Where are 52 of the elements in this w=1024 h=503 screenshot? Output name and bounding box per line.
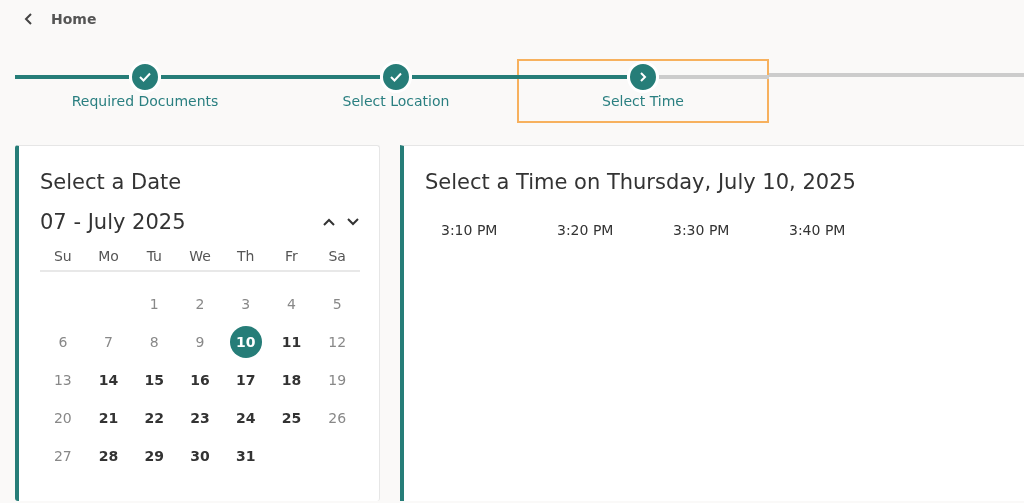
calendar-day: 8 bbox=[138, 326, 171, 358]
calendar-day[interactable]: 15 bbox=[138, 364, 171, 396]
time-panel-title: Select a Time on Thursday, July 10, 2025 bbox=[425, 170, 857, 196]
calendar-day: 20 bbox=[46, 402, 79, 434]
weekday-label: We bbox=[189, 248, 211, 264]
calendar-day[interactable]: 21 bbox=[92, 402, 125, 434]
calendar-day: 26 bbox=[321, 402, 354, 434]
previous-month-icon[interactable] bbox=[323, 218, 335, 226]
calendar-day[interactable]: 10 bbox=[229, 326, 262, 358]
month-label: 07 - July 2025 bbox=[40, 210, 187, 234]
calendar-day: 1 bbox=[138, 288, 171, 320]
calendar-day: 27 bbox=[46, 440, 79, 472]
weekday-label: Su bbox=[53, 248, 72, 264]
back-icon[interactable] bbox=[24, 12, 33, 25]
calendar-day[interactable]: 11 bbox=[275, 326, 308, 358]
calendar-day: 5 bbox=[321, 288, 354, 320]
calendar-day[interactable]: 31 bbox=[229, 440, 262, 472]
calendar-day[interactable]: 16 bbox=[184, 364, 216, 396]
calendar-day: 12 bbox=[321, 326, 354, 358]
weekday-label: Tu bbox=[146, 248, 162, 264]
calendar-day: 7 bbox=[92, 326, 125, 358]
weekday-label: Mo bbox=[98, 248, 119, 264]
calendar-day: 4 bbox=[275, 288, 308, 320]
calendar-day[interactable]: 25 bbox=[275, 402, 308, 434]
calendar-day[interactable]: 17 bbox=[229, 364, 262, 396]
home-link[interactable]: Home bbox=[51, 10, 97, 27]
calendar-day: 3 bbox=[229, 288, 262, 320]
calendar-day[interactable]: 24 bbox=[229, 402, 262, 434]
date-panel-title: Select a Date bbox=[40, 170, 183, 196]
calendar-day: 2 bbox=[184, 288, 216, 320]
step-label[interactable]: Required Documents bbox=[71, 93, 219, 109]
calendar-day[interactable]: 28 bbox=[92, 440, 125, 472]
time-slot-button[interactable]: 3:40 PM bbox=[789, 218, 905, 242]
weekday-label: Fr bbox=[285, 248, 298, 264]
time-slot-button[interactable]: 3:10 PM bbox=[441, 218, 557, 242]
calendar-day[interactable]: 30 bbox=[184, 440, 216, 472]
time-slot-button[interactable]: 3:30 PM bbox=[673, 218, 789, 242]
calendar-day: 19 bbox=[321, 364, 354, 396]
calendar-day[interactable]: 29 bbox=[138, 440, 171, 472]
calendar-day: 6 bbox=[46, 326, 79, 358]
step-label[interactable]: Select Location bbox=[342, 93, 450, 109]
calendar-day: 9 bbox=[184, 326, 216, 358]
calendar-day[interactable]: 14 bbox=[92, 364, 125, 396]
time-slot-button[interactable]: 3:20 PM bbox=[557, 218, 673, 242]
calendar-day[interactable]: 23 bbox=[184, 402, 216, 434]
calendar-day[interactable]: 22 bbox=[138, 402, 171, 434]
weekday-label: Sa bbox=[328, 248, 346, 264]
focused-step[interactable]: Select Time bbox=[517, 59, 769, 123]
calendar-day[interactable]: 18 bbox=[275, 364, 308, 396]
calendar-day: 13 bbox=[46, 364, 79, 396]
next-month-icon[interactable] bbox=[347, 218, 359, 226]
weekday-label: Th bbox=[237, 248, 255, 264]
